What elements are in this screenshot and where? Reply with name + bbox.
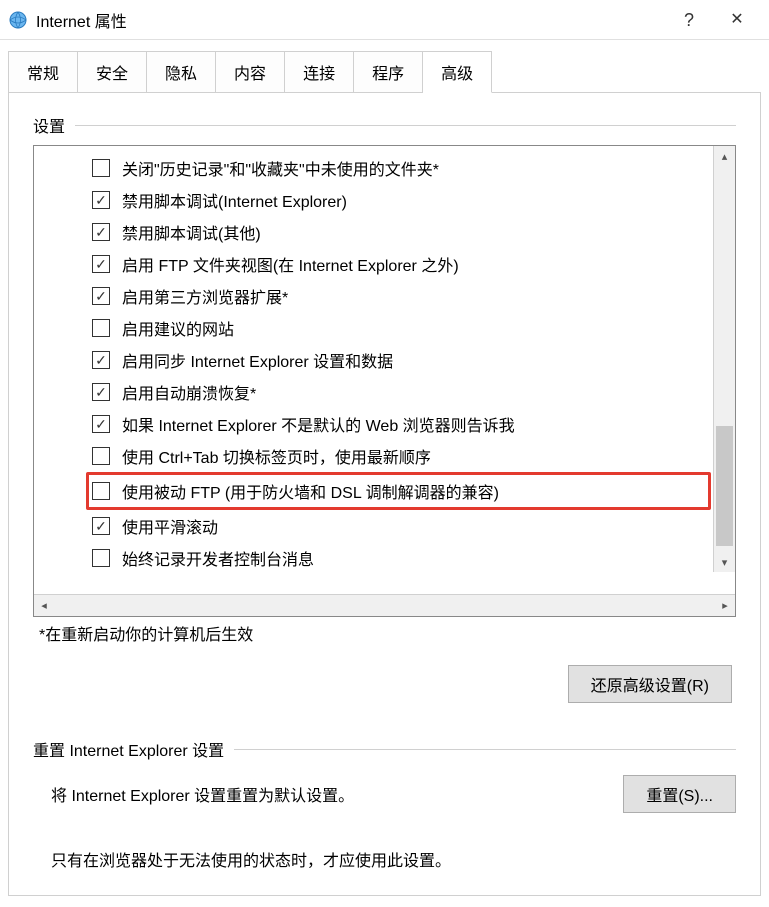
- reset-description: 将 Internet Explorer 设置重置为默认设置。: [51, 782, 623, 806]
- setting-row[interactable]: 始终记录开发者控制台消息: [92, 542, 711, 574]
- internet-options-icon: [8, 10, 28, 30]
- setting-row[interactable]: 如果 Internet Explorer 不是默认的 Web 浏览器则告诉我: [92, 408, 711, 440]
- tab-general[interactable]: 常规: [8, 51, 78, 93]
- checkbox[interactable]: [92, 191, 110, 209]
- reset-button[interactable]: 重置(S)...: [623, 775, 736, 813]
- setting-label: 如果 Internet Explorer 不是默认的 Web 浏览器则告诉我: [122, 412, 515, 436]
- settings-listbox: 关闭"历史记录"和"收藏夹"中未使用的文件夹* 禁用脚本调试(Internet E…: [33, 145, 736, 617]
- setting-label: 禁用脚本调试(其他): [122, 220, 261, 244]
- tab-content[interactable]: 内容: [216, 51, 285, 93]
- setting-row[interactable]: 启用同步 Internet Explorer 设置和数据: [92, 344, 711, 376]
- setting-row[interactable]: 启用建议的网站: [92, 312, 711, 344]
- scroll-thumb[interactable]: [716, 426, 733, 546]
- tab-connections[interactable]: 连接: [285, 51, 354, 93]
- checkbox[interactable]: [92, 319, 110, 337]
- reset-group-title: 重置 Internet Explorer 设置: [33, 737, 736, 761]
- tab-programs[interactable]: 程序: [354, 51, 423, 93]
- vertical-scrollbar[interactable]: ▴ ▾: [713, 146, 735, 572]
- settings-group-label: 设置: [33, 113, 65, 137]
- checkbox[interactable]: [92, 549, 110, 567]
- tab-security[interactable]: 安全: [78, 51, 147, 93]
- scroll-up-icon[interactable]: ▴: [714, 146, 735, 166]
- checkbox[interactable]: [92, 383, 110, 401]
- setting-label: 启用第三方浏览器扩展*: [122, 284, 288, 308]
- setting-label: 启用 FTP 文件夹视图(在 Internet Explorer 之外): [122, 252, 459, 276]
- setting-row[interactable]: 禁用脚本调试(其他): [92, 216, 711, 248]
- setting-row[interactable]: 使用 Ctrl+Tab 切换标签页时，使用最新顺序: [92, 440, 711, 472]
- setting-label: 始终记录开发者控制台消息: [122, 546, 314, 570]
- scroll-right-icon[interactable]: ▸: [715, 599, 735, 612]
- setting-label: 启用自动崩溃恢复*: [122, 380, 256, 404]
- setting-label: 禁用脚本调试(Internet Explorer): [122, 188, 347, 212]
- setting-row[interactable]: 使用被动 FTP (用于防火墙和 DSL 调制解调器的兼容): [86, 472, 711, 510]
- setting-row[interactable]: 使用平滑滚动: [92, 510, 711, 542]
- advanced-panel: 设置 关闭"历史记录"和"收藏夹"中未使用的文件夹* 禁用脚本调试(Interne…: [8, 92, 761, 896]
- tab-advanced[interactable]: 高级: [423, 51, 492, 93]
- setting-row[interactable]: 关闭"历史记录"和"收藏夹"中未使用的文件夹*: [92, 152, 711, 184]
- reset-note: 只有在浏览器处于无法使用的状态时，才应使用此设置。: [51, 847, 736, 871]
- setting-label: 使用平滑滚动: [122, 514, 218, 538]
- horizontal-scrollbar[interactable]: ◂ ▸: [34, 594, 735, 616]
- setting-row[interactable]: 启用 FTP 文件夹视图(在 Internet Explorer 之外): [92, 248, 711, 280]
- reset-group-label: 重置 Internet Explorer 设置: [33, 737, 224, 761]
- checkbox[interactable]: [92, 255, 110, 273]
- checkbox[interactable]: [92, 482, 110, 500]
- scroll-left-icon[interactable]: ◂: [34, 599, 54, 612]
- settings-list[interactable]: 关闭"历史记录"和"收藏夹"中未使用的文件夹* 禁用脚本调试(Internet E…: [34, 146, 735, 594]
- checkbox[interactable]: [92, 415, 110, 433]
- setting-label: 关闭"历史记录"和"收藏夹"中未使用的文件夹*: [122, 156, 439, 180]
- setting-label: 使用 Ctrl+Tab 切换标签页时，使用最新顺序: [122, 444, 431, 468]
- restart-note: *在重新启动你的计算机后生效: [39, 621, 736, 645]
- checkbox[interactable]: [92, 517, 110, 535]
- scroll-down-icon[interactable]: ▾: [714, 552, 735, 572]
- help-button[interactable]: ?: [665, 0, 713, 40]
- tab-privacy[interactable]: 隐私: [147, 51, 216, 93]
- setting-label: 启用同步 Internet Explorer 设置和数据: [122, 348, 393, 372]
- setting-label: 启用建议的网站: [122, 316, 234, 340]
- setting-row[interactable]: 禁用脚本调试(Internet Explorer): [92, 184, 711, 216]
- checkbox[interactable]: [92, 287, 110, 305]
- checkbox[interactable]: [92, 159, 110, 177]
- checkbox[interactable]: [92, 351, 110, 369]
- setting-row[interactable]: 启用自动崩溃恢复*: [92, 376, 711, 408]
- settings-group-title: 设置: [33, 113, 736, 137]
- setting-label: 使用被动 FTP (用于防火墙和 DSL 调制解调器的兼容): [122, 479, 499, 503]
- reset-section: 重置 Internet Explorer 设置 将 Internet Explo…: [33, 737, 736, 871]
- restore-defaults-button[interactable]: 还原高级设置(R): [568, 665, 732, 703]
- checkbox[interactable]: [92, 223, 110, 241]
- setting-row[interactable]: 启用第三方浏览器扩展*: [92, 280, 711, 312]
- window-title: Internet 属性: [36, 8, 665, 32]
- close-button[interactable]: ✕: [713, 0, 761, 40]
- tab-bar: 常规 安全 隐私 内容 连接 程序 高级: [0, 50, 769, 92]
- titlebar: Internet 属性 ? ✕: [0, 0, 769, 40]
- checkbox[interactable]: [92, 447, 110, 465]
